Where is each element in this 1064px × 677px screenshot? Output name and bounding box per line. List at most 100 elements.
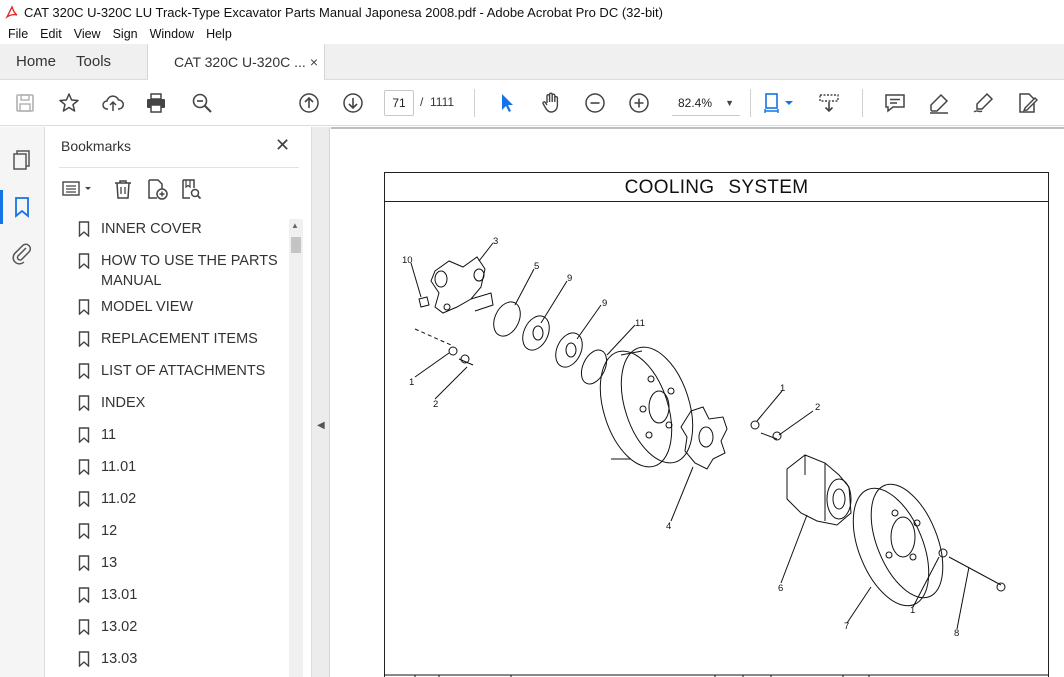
document-view[interactable]: COOLING SYSTEM 10 3 5 9 9 11 1 2 1 2 4 6… xyxy=(331,127,1064,677)
collapse-panel-icon[interactable]: ◀ xyxy=(317,420,325,431)
scroll-mode-icon[interactable] xyxy=(817,91,841,115)
bookmark-item[interactable]: 13.02 xyxy=(45,617,290,649)
bookmark-icon xyxy=(78,651,90,667)
tab-close-icon[interactable]: × xyxy=(310,54,318,70)
menu-help[interactable]: Help xyxy=(200,27,238,41)
previous-page-icon[interactable] xyxy=(297,91,321,115)
bookmark-icon xyxy=(78,523,90,539)
pdf-page: COOLING SYSTEM 10 3 5 9 9 11 1 2 1 2 4 6… xyxy=(331,127,1064,677)
highlight-pen-icon[interactable] xyxy=(927,91,951,115)
print-icon[interactable] xyxy=(144,91,168,115)
bookmark-label: INDEX xyxy=(101,395,146,411)
bookmark-item[interactable]: HOW TO USE THE PARTS MANUAL xyxy=(45,251,290,297)
tab-document-label: CAT 320C U-320C ... xyxy=(174,54,306,70)
save-icon[interactable] xyxy=(13,91,37,115)
callout-label: 9 xyxy=(602,298,607,309)
edit-document-icon[interactable] xyxy=(1015,91,1039,115)
bookmark-item[interactable]: 11.01 xyxy=(45,457,290,489)
active-indicator xyxy=(0,190,3,224)
bookmark-item[interactable]: 13.03 xyxy=(45,649,290,677)
menu-sign[interactable]: Sign xyxy=(107,27,144,41)
bookmark-icon xyxy=(78,363,90,379)
scrollbar-thumb[interactable] xyxy=(291,237,301,253)
bookmark-item[interactable]: MODEL VIEW xyxy=(45,297,290,329)
bookmarks-scrollbar[interactable]: ▲ xyxy=(289,219,303,677)
tab-tools[interactable]: Tools xyxy=(72,44,127,79)
page-fit-icon[interactable] xyxy=(762,91,786,115)
callout-label: 11 xyxy=(635,318,645,329)
callout-label: 10 xyxy=(402,255,413,266)
page-separator: / xyxy=(420,95,424,109)
bookmark-label: 11.01 xyxy=(101,459,137,475)
panel-splitter[interactable]: ◀ xyxy=(312,127,330,677)
close-panel-icon[interactable]: ✕ xyxy=(275,135,290,156)
bookmark-item[interactable]: REPLACEMENT ITEMS xyxy=(45,329,290,361)
menu-file[interactable]: File xyxy=(2,27,34,41)
acrobat-logo-icon xyxy=(5,5,18,19)
bookmark-icon xyxy=(78,299,90,315)
comment-icon[interactable] xyxy=(883,91,907,115)
page-number-input[interactable]: 71 xyxy=(384,90,414,116)
menu-view[interactable]: View xyxy=(68,27,107,41)
bookmark-icon xyxy=(78,427,90,443)
bookmark-label: MODEL VIEW xyxy=(101,299,194,315)
next-page-icon[interactable] xyxy=(341,91,365,115)
bookmark-item[interactable]: INDEX xyxy=(45,393,290,425)
callout-label: 5 xyxy=(534,261,539,272)
bookmark-label: REPLACEMENT ITEMS xyxy=(101,331,258,347)
page-thumbnails-icon[interactable] xyxy=(10,148,34,172)
bookmark-item[interactable]: 11 xyxy=(45,425,290,457)
hand-tool-icon[interactable] xyxy=(539,91,563,115)
scroll-up-icon[interactable]: ▲ xyxy=(291,221,299,230)
main-toolbar: 71 / 1111 82.4% ▼ xyxy=(0,80,1064,126)
delete-bookmark-icon[interactable] xyxy=(111,177,135,201)
bookmark-label: 12 xyxy=(101,523,118,539)
tab-home[interactable]: Home xyxy=(0,44,72,79)
bookmark-item[interactable]: 13.01 xyxy=(45,585,290,617)
bookmark-label: LIST OF ATTACHMENTS xyxy=(101,363,266,379)
page-fit-dropdown-icon[interactable] xyxy=(784,91,794,115)
zoom-out-icon[interactable] xyxy=(583,91,607,115)
zoom-value: 82.4% xyxy=(678,96,713,110)
callout-label: 1 xyxy=(910,605,915,616)
callout-label: 6 xyxy=(778,583,783,594)
bookmark-icon xyxy=(78,491,90,507)
callout-label: 1 xyxy=(409,377,414,388)
bookmark-icon xyxy=(78,253,90,269)
bookmark-item[interactable]: 12 xyxy=(45,521,290,553)
bookmark-label: INNER COVER xyxy=(101,221,202,237)
toolbar-divider xyxy=(750,89,751,117)
callout-label: 8 xyxy=(954,628,959,639)
bookmark-options-icon[interactable] xyxy=(61,177,95,201)
bookmarks-panel-icon[interactable] xyxy=(10,195,34,219)
new-bookmark-icon[interactable] xyxy=(145,177,169,201)
bookmark-item[interactable]: INNER COVER xyxy=(45,219,290,251)
callout-label: 4 xyxy=(666,521,671,532)
bookmark-item[interactable]: 13 xyxy=(45,553,290,585)
bookmarks-toolbar xyxy=(59,175,299,203)
bookmark-item[interactable]: 11.02 xyxy=(45,489,290,521)
bookmark-label: 13.02 xyxy=(101,619,138,635)
star-icon[interactable] xyxy=(57,91,81,115)
menu-edit[interactable]: Edit xyxy=(34,27,68,41)
bookmark-item[interactable]: LIST OF ATTACHMENTS xyxy=(45,361,290,393)
bookmark-icon xyxy=(78,395,90,411)
menu-bar: File Edit View Sign Window Help xyxy=(0,24,1064,44)
draw-sign-icon[interactable] xyxy=(971,91,995,115)
menu-window[interactable]: Window xyxy=(144,27,200,41)
bookmark-label: 11 xyxy=(101,427,117,443)
tab-document[interactable]: CAT 320C U-320C ... × xyxy=(147,44,326,80)
select-cursor-icon[interactable] xyxy=(495,91,519,115)
zoom-in-icon[interactable] xyxy=(627,91,651,115)
bookmark-icon xyxy=(78,459,90,475)
bookmark-label: 13.01 xyxy=(101,587,138,603)
attachments-icon[interactable] xyxy=(10,241,34,265)
bookmark-icon xyxy=(78,555,90,571)
find-bookmark-icon[interactable] xyxy=(179,177,203,201)
cloud-upload-icon[interactable] xyxy=(101,91,125,115)
bookmarks-title: Bookmarks xyxy=(61,138,132,154)
exploded-parts-diagram: 10 3 5 9 9 11 1 2 1 2 4 6 7 1 8 xyxy=(384,236,1049,677)
bookmarks-list: INNER COVER HOW TO USE THE PARTS MANUAL … xyxy=(45,219,290,677)
zoom-search-icon[interactable] xyxy=(190,91,214,115)
zoom-select[interactable]: 82.4% ▼ xyxy=(672,90,740,116)
